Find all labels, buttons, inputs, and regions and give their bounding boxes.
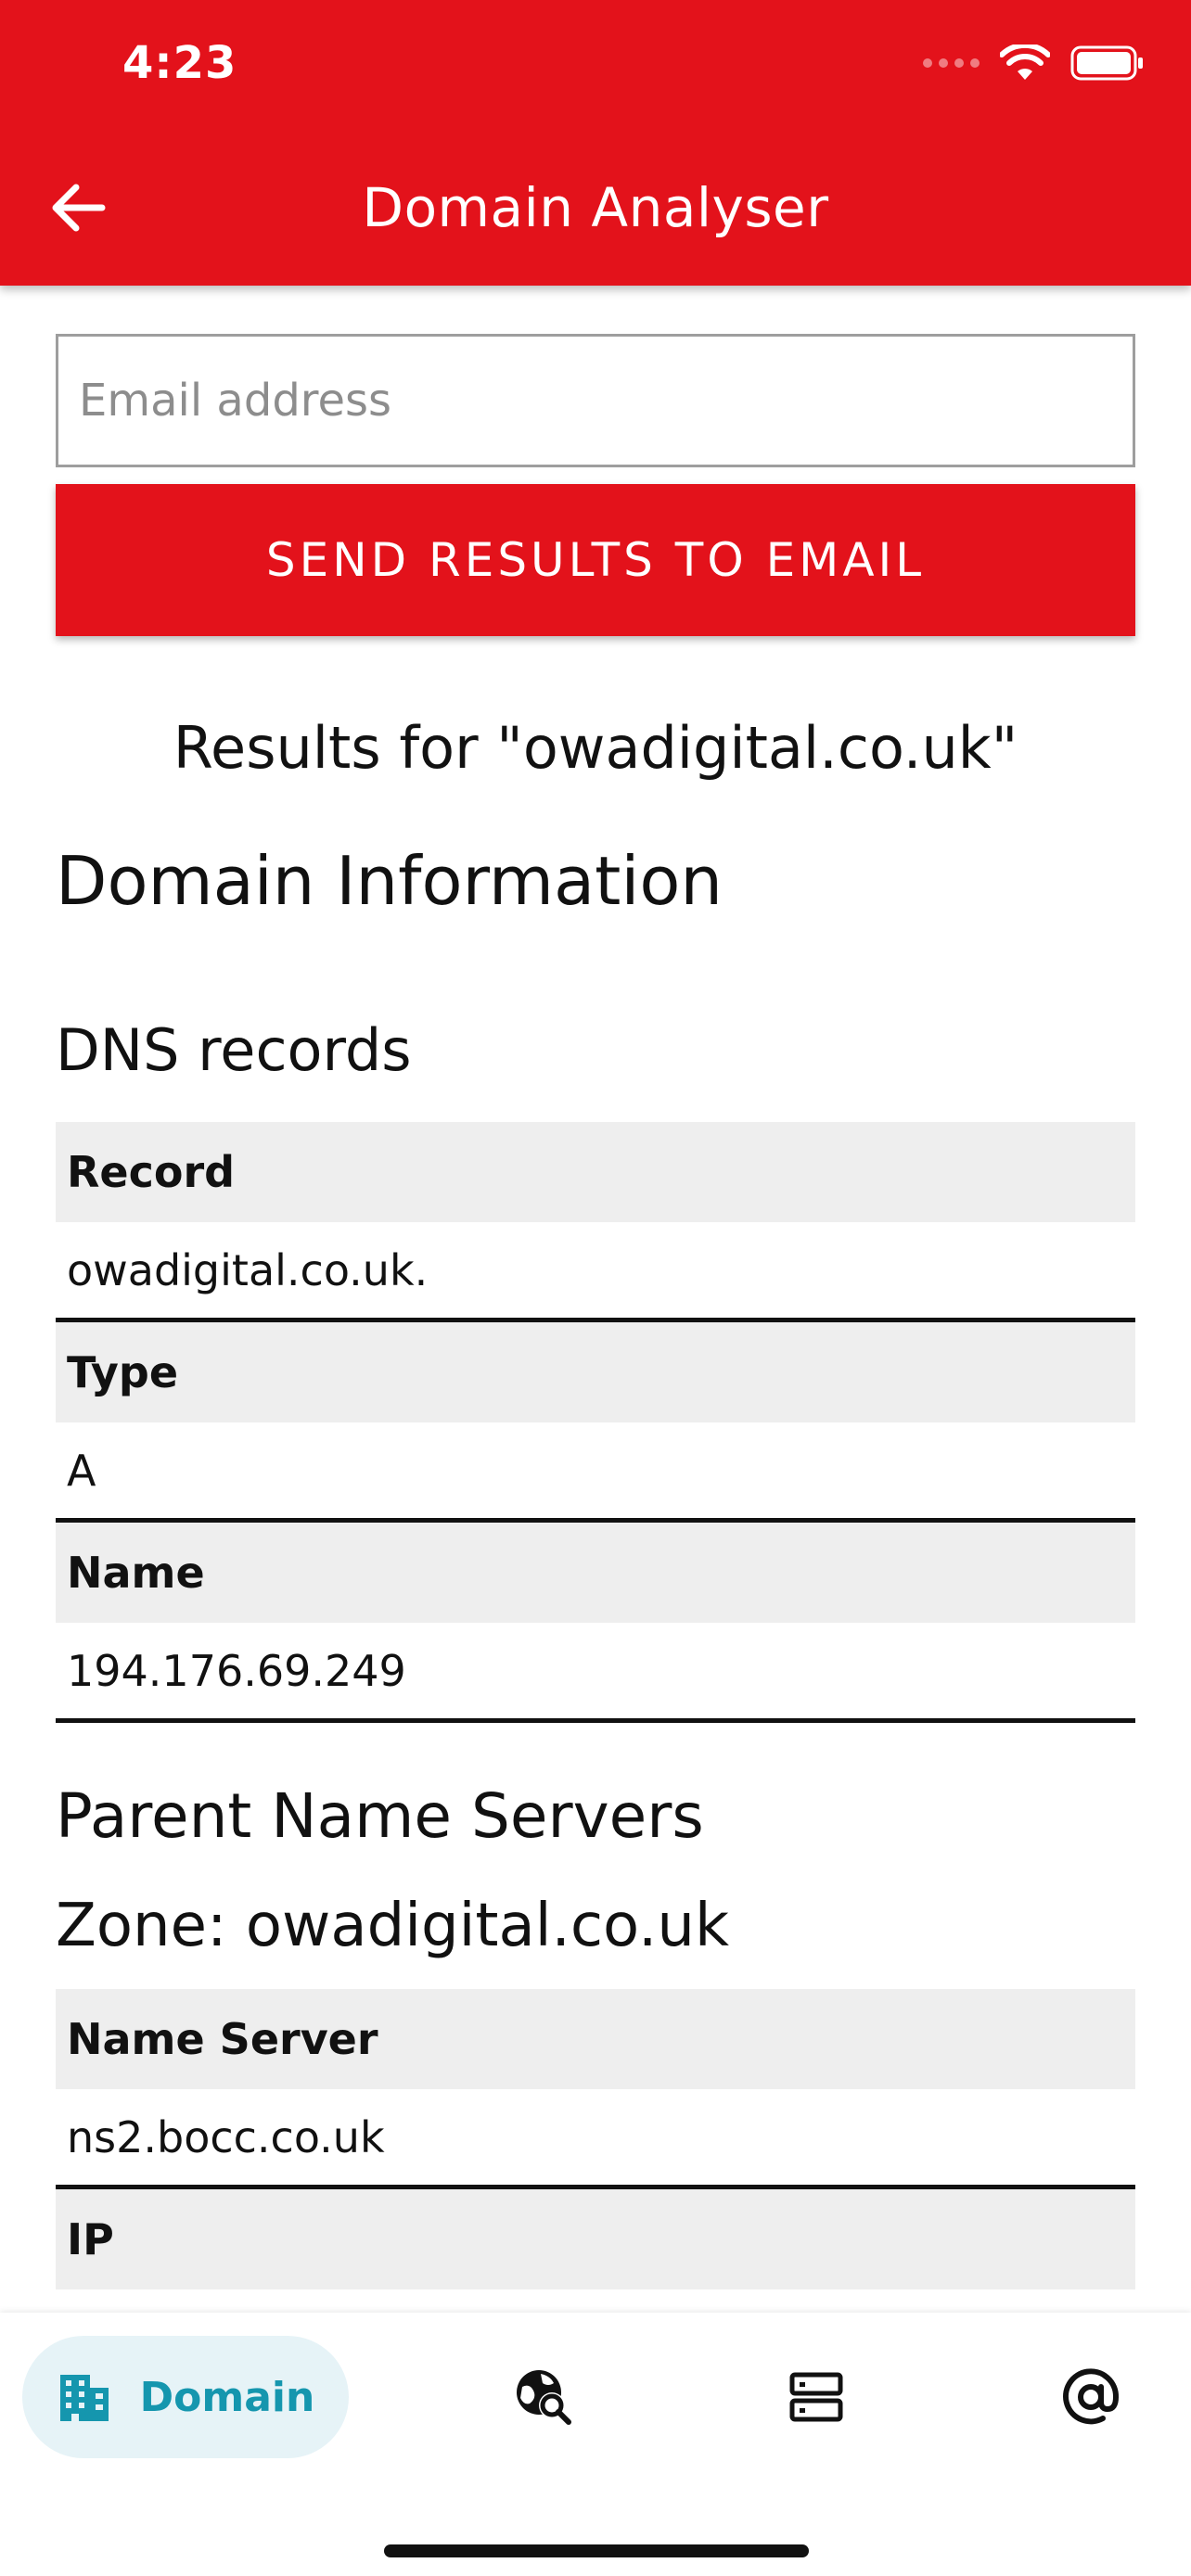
status-icons — [923, 45, 1145, 82]
battery-icon — [1070, 45, 1143, 81]
nav-tab-lookup[interactable] — [497, 2336, 590, 2458]
table-row-value: owadigital.co.uk. — [56, 1222, 1135, 1322]
domain-information-title: Domain Information — [56, 842, 724, 920]
table-row-label: Type — [56, 1322, 1135, 1422]
wifi-icon — [1000, 45, 1050, 80]
table-row-value: ns2.bocc.co.uk — [56, 2089, 1135, 2189]
cellular-signal-icon — [923, 58, 980, 68]
send-results-button[interactable]: SEND RESULTS TO EMAIL — [56, 484, 1135, 636]
table-row-value: 194.176.69.249 — [56, 1623, 1135, 1723]
main-content: SEND RESULTS TO EMAIL Results for "owadi… — [56, 334, 1135, 2289]
results-heading: Results for "owadigital.co.uk" — [173, 714, 1018, 782]
building-icon — [59, 2375, 109, 2421]
globe-search-icon — [517, 2370, 571, 2425]
bottom-navigation: Domain — [0, 2313, 1191, 2576]
dns-server-icon — [789, 2372, 843, 2422]
table-row-label: Name Server — [56, 1989, 1135, 2089]
nav-tab-email[interactable] — [1044, 2336, 1137, 2458]
dns-records-table: Record owadigital.co.uk. Type A Name 194… — [56, 1122, 1135, 1723]
table-row-value: A — [56, 1422, 1135, 1523]
table-row-label: Record — [56, 1122, 1135, 1222]
nav-tab-domain-label: Domain — [139, 2373, 315, 2421]
zone-label: Zone: owadigital.co.uk — [56, 1892, 729, 1960]
home-indicator[interactable] — [384, 2544, 809, 2557]
page-title: Domain Analyser — [362, 176, 829, 239]
nav-tab-domain[interactable]: Domain — [22, 2336, 349, 2458]
app-header: 4:23 Domain Analyser — [0, 0, 1191, 286]
email-field[interactable] — [56, 334, 1135, 467]
table-row-label: Name — [56, 1523, 1135, 1623]
nav-tab-dns[interactable] — [770, 2336, 863, 2458]
dns-records-title: DNS records — [56, 1016, 412, 1084]
parent-name-servers-title: Parent Name Servers — [56, 1780, 704, 1852]
status-time: 4:23 — [122, 37, 237, 89]
at-sign-icon — [1063, 2368, 1120, 2425]
table-row-label: IP — [56, 2189, 1135, 2289]
parent-ns-table: Name Server ns2.bocc.co.uk IP — [56, 1989, 1135, 2289]
